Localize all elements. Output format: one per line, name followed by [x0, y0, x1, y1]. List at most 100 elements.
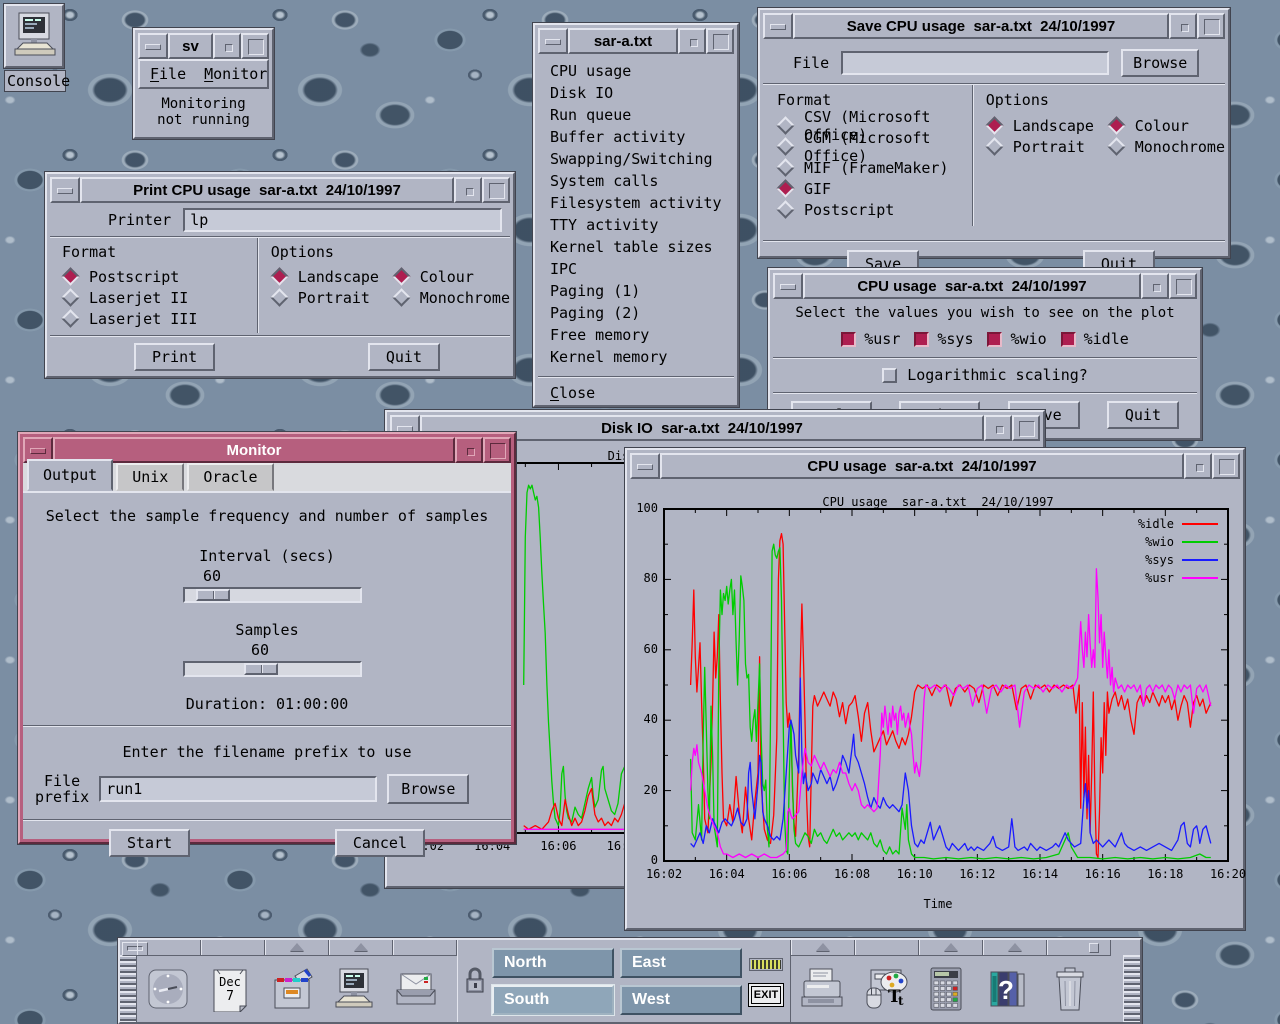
list-item[interactable]: Disk IO — [550, 82, 722, 104]
list-item[interactable]: CPU usage — [550, 60, 722, 82]
tab-output[interactable]: Output — [27, 459, 113, 491]
window-menu-button[interactable] — [773, 273, 803, 299]
tab-unix[interactable]: Unix — [116, 463, 184, 491]
trash-icon[interactable] — [1039, 956, 1101, 1022]
maximize-button[interactable] — [482, 177, 510, 203]
terminal-icon[interactable] — [323, 956, 385, 1022]
list-item[interactable]: IPC — [550, 258, 722, 280]
start-button[interactable]: Start — [109, 829, 190, 857]
value-checkbox[interactable]: %wio — [987, 330, 1046, 348]
radio-option[interactable]: Colour — [393, 266, 510, 287]
workspace-button-south[interactable]: South — [492, 985, 614, 1015]
radio-option[interactable]: Landscape — [271, 266, 389, 287]
clock-icon[interactable] — [137, 956, 199, 1022]
workspace-button-north[interactable]: North — [492, 948, 614, 978]
samples-slider[interactable] — [183, 661, 362, 677]
minimize-button[interactable] — [213, 33, 241, 59]
panel-handle-right[interactable] — [1123, 955, 1140, 1022]
list-item[interactable]: Run queue — [550, 104, 722, 126]
minimize-button[interactable] — [1169, 13, 1197, 39]
radio-option[interactable]: Laserjet II — [62, 287, 257, 308]
maximize-button[interactable] — [1197, 13, 1225, 39]
exit-button[interactable]: EXIT — [748, 983, 784, 1007]
minimize-button[interactable] — [1141, 273, 1169, 299]
value-checkbox[interactable]: %idle — [1061, 330, 1129, 348]
subpanel-tab-help[interactable] — [983, 940, 1047, 955]
minimize-button[interactable] — [455, 437, 483, 463]
window-menu-button[interactable] — [138, 33, 168, 59]
radio-option[interactable]: GIF — [777, 178, 972, 199]
list-item[interactable]: Kernel memory — [550, 346, 722, 368]
list-item[interactable]: Kernel table sizes — [550, 236, 722, 258]
radio-option[interactable]: MIF (FrameMaker) — [777, 157, 972, 178]
minimize-button[interactable] — [454, 177, 482, 203]
maximize-button[interactable] — [483, 437, 511, 463]
maximize-button[interactable] — [706, 28, 734, 54]
workspace-button-west[interactable]: West — [620, 985, 742, 1015]
lock-icon[interactable] — [464, 966, 486, 996]
printer-icon[interactable] — [791, 956, 853, 1022]
browse-button[interactable]: Browse — [387, 774, 469, 804]
workspace-button-east[interactable]: East — [620, 948, 742, 978]
radio-option[interactable]: Postscript — [62, 266, 257, 287]
radio-option[interactable]: Portrait — [271, 287, 389, 308]
help-icon[interactable]: ? — [977, 956, 1039, 1022]
calculator-icon[interactable] — [915, 956, 977, 1022]
radio-option[interactable]: Monochrome — [393, 287, 510, 308]
radio-option[interactable]: Colour — [1108, 115, 1225, 136]
cancel-button[interactable]: Cancel — [335, 829, 425, 857]
subpanel-tab-file-manager[interactable] — [265, 940, 329, 955]
radio-option[interactable]: Monochrome — [1108, 136, 1225, 157]
minimize-button[interactable] — [984, 415, 1012, 441]
slider-thumb[interactable] — [196, 589, 230, 601]
list-item[interactable]: Paging (2) — [550, 302, 722, 324]
radio-option[interactable]: Portrait — [986, 136, 1104, 157]
quit-button[interactable]: Quit — [1107, 401, 1179, 429]
list-item[interactable]: TTY activity — [550, 214, 722, 236]
maximize-button[interactable] — [241, 33, 269, 59]
maximize-button[interactable] — [1012, 415, 1040, 441]
maximize-button[interactable] — [1212, 453, 1240, 479]
minimize-button[interactable] — [1184, 453, 1212, 479]
calendar-icon[interactable]: Dec7 — [199, 956, 261, 1022]
value-checkbox[interactable]: %sys — [914, 330, 973, 348]
panel-dot-button[interactable] — [1089, 943, 1099, 953]
list-item[interactable]: Free memory — [550, 324, 722, 346]
file-input[interactable] — [841, 51, 1109, 75]
subpanel-tab-terminal[interactable] — [329, 940, 393, 955]
tab-oracle[interactable]: Oracle — [187, 463, 273, 491]
minimize-button[interactable] — [678, 28, 706, 54]
window-menu-button[interactable] — [50, 177, 80, 203]
console-desktop-icon[interactable]: Console — [4, 4, 66, 92]
list-item[interactable]: Paging (1) — [550, 280, 722, 302]
panel-handle-left[interactable] — [120, 955, 137, 1022]
list-item[interactable]: System calls — [550, 170, 722, 192]
list-item[interactable]: Filesystem activity — [550, 192, 722, 214]
monitor-menu[interactable]: Monitor — [204, 65, 267, 83]
print-button[interactable]: Print — [134, 343, 215, 371]
value-checkbox[interactable]: %usr — [841, 330, 900, 348]
radio-option[interactable]: Postscript — [777, 199, 972, 220]
printer-input[interactable] — [183, 208, 502, 232]
file-menu[interactable]: File — [150, 65, 186, 83]
interval-slider[interactable] — [183, 587, 362, 603]
quit-button[interactable]: Quit — [368, 343, 440, 371]
file-prefix-input[interactable] — [99, 776, 377, 802]
window-menu-button[interactable] — [538, 28, 568, 54]
radio-option[interactable]: Landscape — [986, 115, 1104, 136]
window-menu-button[interactable] — [630, 453, 660, 479]
logarithmic-checkbox[interactable] — [882, 368, 897, 383]
slider-thumb[interactable] — [244, 663, 278, 675]
style-manager-icon[interactable]: Tt — [853, 956, 915, 1022]
close-button[interactable]: Close — [538, 384, 734, 402]
maximize-button[interactable] — [1169, 273, 1197, 299]
radio-option[interactable]: Laserjet III — [62, 308, 257, 329]
file-manager-icon[interactable] — [261, 956, 323, 1022]
subpanel-tab-printer[interactable] — [791, 940, 855, 955]
window-menu-button[interactable] — [763, 13, 793, 39]
mail-icon[interactable] — [385, 956, 447, 1022]
radio-option[interactable]: CGM (Microsoft Office) — [777, 136, 972, 157]
browse-button[interactable]: Browse — [1121, 49, 1199, 77]
list-item[interactable]: Swapping/Switching — [550, 148, 722, 170]
subpanel-tab-calculator[interactable] — [919, 940, 983, 955]
